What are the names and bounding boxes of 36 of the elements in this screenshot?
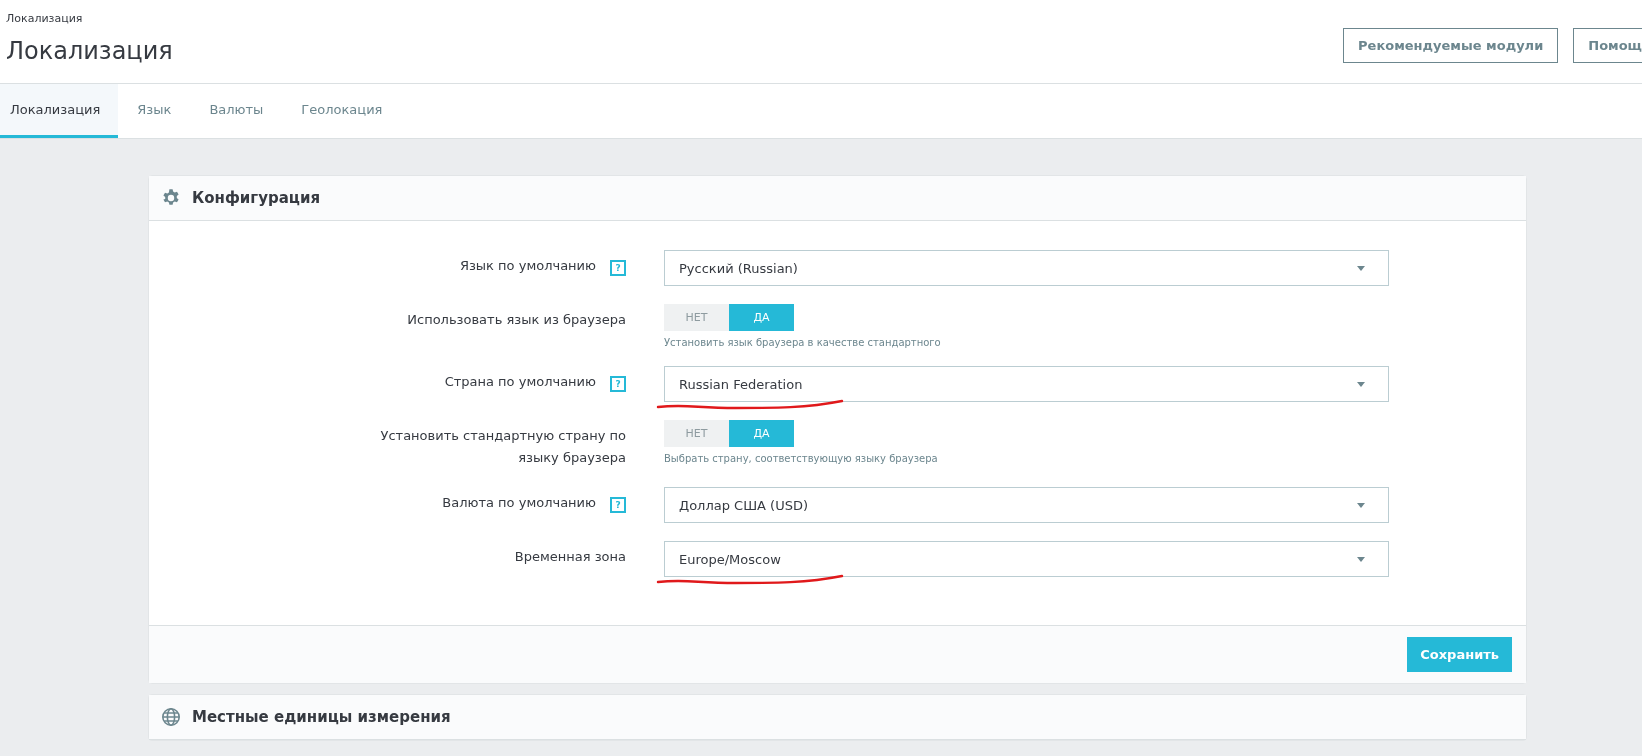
page-title: Локализация bbox=[6, 37, 173, 65]
panel-title: Конфигурация bbox=[192, 189, 321, 207]
panel-title: Местные единицы измерения bbox=[192, 708, 451, 727]
switch-option[interactable]: ДА bbox=[729, 304, 794, 331]
field-label: Установить стандартную страну по языку браузера bbox=[379, 427, 626, 468]
help-text: Выбрать страну, соответствующую языку браузера bbox=[664, 453, 939, 464]
caret-icon bbox=[1357, 265, 1365, 271]
tab[interactable]: Язык bbox=[118, 84, 191, 138]
settings-icon bbox=[161, 188, 181, 208]
dropdown-field[interactable]: Доллар США (USD) bbox=[664, 487, 1389, 524]
help-text: Установить язык браузера в качестве стандартного bbox=[664, 337, 942, 348]
toolbar-button[interactable]: Помощ bbox=[1573, 28, 1642, 63]
help-icon[interactable]: ? bbox=[610, 497, 626, 514]
help-icon[interactable]: ? bbox=[610, 260, 626, 276]
switch-option[interactable]: ДА bbox=[729, 420, 794, 447]
switch-option[interactable]: НЕТ bbox=[664, 420, 729, 447]
save-button[interactable]: Сохранить bbox=[1407, 637, 1512, 673]
caret-icon bbox=[1357, 556, 1365, 562]
field-label: Использовать язык из браузера bbox=[407, 311, 626, 329]
dropdown-field[interactable]: Русский (Russian) bbox=[664, 250, 1389, 286]
field-label: Временная зона bbox=[514, 548, 626, 567]
tab[interactable]: Валюты bbox=[190, 84, 283, 138]
tab[interactable]: Локализация bbox=[0, 84, 119, 138]
help-icon[interactable]: ? bbox=[610, 376, 626, 392]
breadcrumb[interactable]: Локализация bbox=[6, 12, 83, 25]
field-label: Страна по умолчанию bbox=[444, 373, 596, 391]
caret-icon bbox=[1357, 381, 1365, 387]
toolbar-button[interactable]: Рекомендуемые модули bbox=[1343, 28, 1559, 63]
switch-option[interactable]: НЕТ bbox=[664, 304, 729, 331]
caret-icon bbox=[1357, 502, 1365, 508]
dropdown-field[interactable]: Russian Federation bbox=[664, 366, 1389, 402]
globe-icon bbox=[161, 707, 181, 728]
dropdown-field[interactable]: Europe/Moscow bbox=[664, 541, 1389, 578]
tab[interactable]: Геолокация bbox=[282, 84, 402, 138]
field-label: Валюта по умолчанию bbox=[442, 494, 596, 513]
field-label: Язык по умолчанию bbox=[459, 257, 596, 275]
